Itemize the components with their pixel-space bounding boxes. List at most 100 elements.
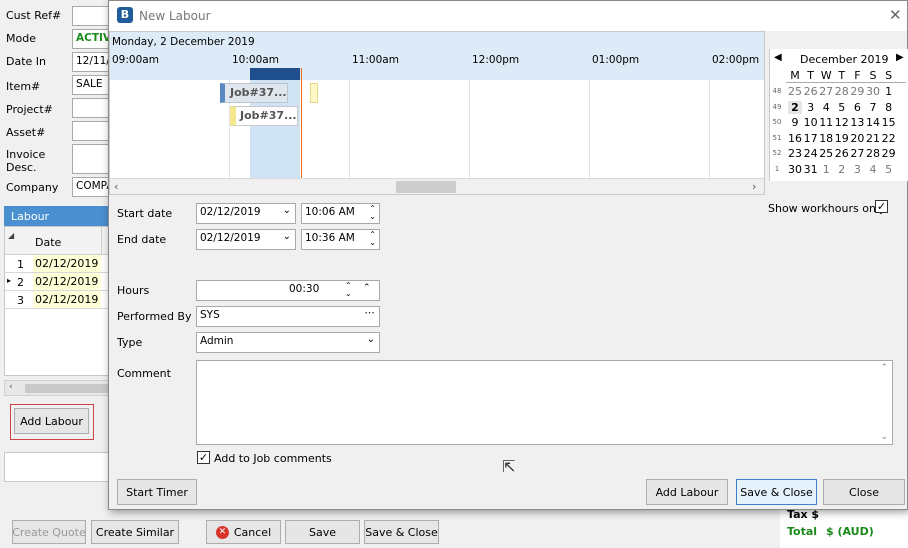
scroll-down-icon[interactable]: ⌄ [880,432,888,442]
ellipsis-icon[interactable]: ⋯ [365,307,376,319]
calendar-day[interactable]: 5 [835,101,849,114]
calendar-day[interactable]: 5 [882,163,896,176]
table-row[interactable]: 1 02/12/2019 [5,255,110,273]
calendar-day[interactable]: 20 [850,132,864,145]
calendar-day[interactable]: 21 [866,132,880,145]
scroll-up-icon[interactable]: ⌃ [880,363,888,373]
chevron-down-icon[interactable]: ⌄ [283,231,291,242]
add-labour-button[interactable]: Add Labour [14,408,89,434]
calendar-day[interactable]: 29 [882,147,896,160]
close-icon[interactable]: ✕ [889,6,902,24]
calendar-day[interactable]: 30 [866,85,880,98]
calendar-day[interactable]: 27 [819,85,833,98]
save-close-button[interactable]: Save & Close [736,479,817,505]
item-input[interactable]: SALE [72,75,112,95]
calendar-day[interactable]: 26 [804,85,818,98]
scroll-thumb[interactable] [396,181,456,193]
create-similar-button[interactable]: Create Similar [91,520,179,544]
calendar-day[interactable]: 15 [882,116,896,129]
calendar-day[interactable]: 8 [882,101,896,114]
calendar-day[interactable]: 4 [819,101,833,114]
cancel-button[interactable]: ✕ Cancel [206,520,281,544]
calendar-day[interactable]: 3 [804,101,818,114]
prev-month-icon[interactable]: ◀ [774,52,782,63]
calendar-day[interactable]: 25 [788,85,802,98]
start-date-input[interactable]: 02/12/2019 ⌄ [196,203,296,224]
job-appointment[interactable]: Job#37... [220,83,288,103]
calendar-day[interactable]: 17 [804,132,818,145]
job-appointment-stub[interactable] [310,83,318,103]
end-date-input[interactable]: 02/12/2019 ⌄ [196,229,296,250]
calendar-day[interactable]: 3 [850,163,864,176]
calendar-day[interactable]: 25 [819,147,833,160]
calendar-day[interactable]: 29 [850,85,864,98]
project-input[interactable] [72,98,112,118]
cust-ref-input[interactable] [72,6,112,26]
comment-textarea[interactable]: ⌃ ⌄ [196,360,893,445]
job-appointment[interactable]: Job#37... [230,106,298,126]
calendar-day[interactable]: 10 [804,116,818,129]
calendar-day[interactable]: 26 [835,147,849,160]
calendar-day[interactable]: 14 [866,116,880,129]
calendar-day[interactable]: 4 [866,163,880,176]
spin-icon[interactable]: ⌃ ⌄ [369,205,376,221]
calendar-day[interactable]: 28 [866,147,880,160]
date-column-header[interactable]: Date [35,236,61,249]
calendar-day[interactable]: 7 [866,101,880,114]
mode-value[interactable]: ACTIV [72,29,112,49]
calendar-day[interactable]: 16 [788,132,802,145]
invoice-desc-input[interactable] [72,144,112,174]
labour-grid-scrollbar[interactable]: ‹ [4,380,111,396]
calendar-day[interactable]: 6 [850,101,864,114]
company-input[interactable]: COMPA [72,177,112,197]
asset-input[interactable] [72,121,112,141]
calendar-day[interactable]: 11 [819,116,833,129]
notes-box[interactable] [4,452,110,482]
add-to-job-comments-checkbox[interactable]: ✓ [197,451,210,464]
create-quote-button[interactable]: Create Quote [12,520,86,544]
add-labour-button[interactable]: Add Labour [646,479,728,505]
next-month-icon[interactable]: ▶ [896,52,904,63]
calendar-day[interactable]: 27 [850,147,864,160]
calendar-day[interactable]: 18 [819,132,833,145]
performed-by-input[interactable]: SYS ⋯ [196,306,380,327]
hours-input[interactable]: 00:30 ⌃ ⌄ ⌃ [196,280,380,301]
calendar-day[interactable]: 23 [788,147,802,160]
save-close-button[interactable]: Save & Close [364,520,439,544]
start-time-input[interactable]: 10:06 AM ⌃ ⌄ [301,203,380,224]
scroll-left-icon[interactable]: ‹ [9,382,13,392]
calendar-day[interactable]: 19 [835,132,849,145]
calendar-day[interactable]: 1 [882,85,896,98]
save-button[interactable]: Save [285,520,360,544]
calendar-day[interactable]: 2 [835,163,849,176]
calendar-day[interactable]: 12 [835,116,849,129]
calendar-day[interactable]: 2 [788,100,802,114]
start-timer-button[interactable]: Start Timer [117,479,197,505]
type-select[interactable]: Admin ⌄ [196,332,380,353]
calendar-day[interactable]: 1 [819,163,833,176]
calendar-day[interactable]: 28 [835,85,849,98]
calendar-month[interactable]: December 2019 [800,53,889,66]
date-in-input[interactable]: 12/11/ [72,52,112,72]
chevron-down-icon[interactable]: ⌄ [283,205,291,216]
scroll-thumb[interactable] [25,384,111,393]
calendar-day[interactable]: 30 [788,163,802,176]
calendar-day[interactable]: 31 [804,163,818,176]
scheduler-grid[interactable] [110,80,764,178]
spin-icon[interactable]: ⌃ ⌄ [345,282,352,298]
calendar-day[interactable]: 9 [788,116,802,129]
show-workhours-checkbox[interactable]: ✓ [875,200,888,213]
calendar-day[interactable]: 24 [804,147,818,160]
scroll-right-icon[interactable]: › [752,180,756,193]
close-button[interactable]: Close [823,479,905,505]
chevron-down-icon[interactable]: ⌄ [367,334,375,345]
scroll-left-icon[interactable]: ‹ [114,180,118,193]
table-row[interactable]: ▸ 2 02/12/2019 [5,273,110,291]
dialog-titlebar[interactable]: B New Labour ✕ [109,1,907,31]
table-row[interactable]: 3 02/12/2019 [5,291,110,309]
spin-icon[interactable]: ⌃ ⌄ [369,231,376,247]
chevron-up-icon[interactable]: ⌃ [363,283,371,293]
calendar-day[interactable]: 22 [882,132,896,145]
end-time-input[interactable]: 10:36 AM ⌃ ⌄ [301,229,380,250]
scheduler-scrollbar[interactable]: ‹ › [110,178,764,194]
